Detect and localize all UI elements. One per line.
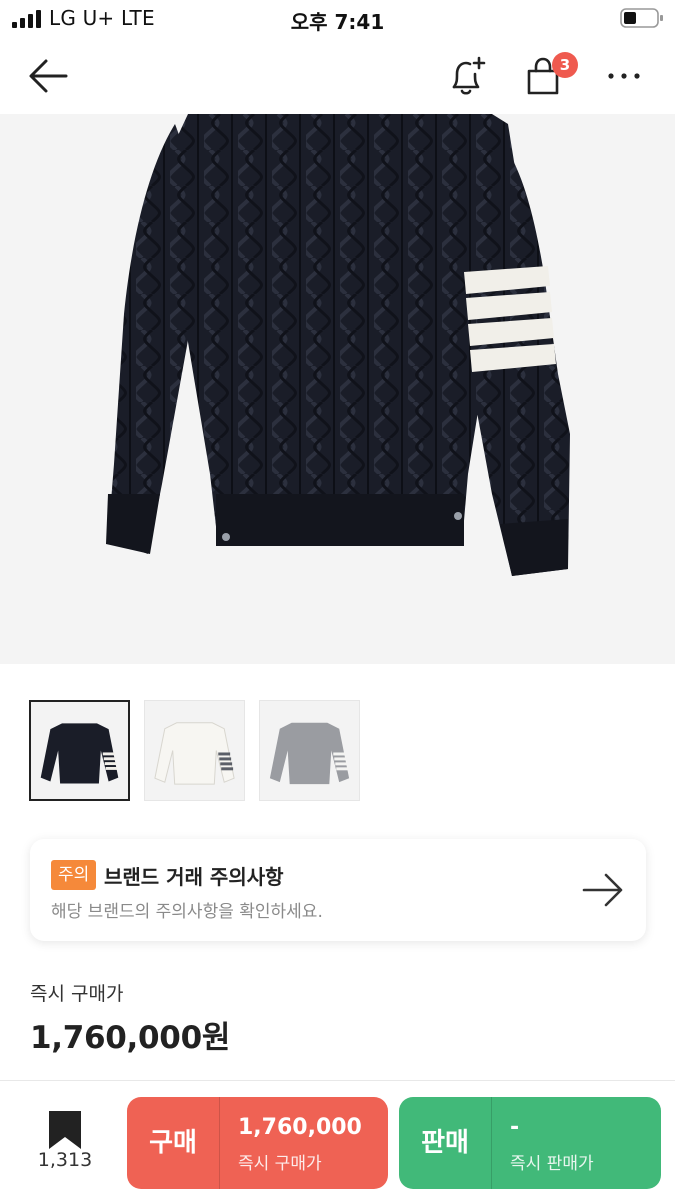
notice-badge: 주의 (51, 860, 97, 890)
divider (219, 1097, 220, 1189)
more-horizontal-icon (608, 73, 640, 79)
app-header: 3 (0, 38, 675, 114)
battery-icon (620, 8, 663, 28)
sweater-illustration (106, 114, 570, 576)
sell-sub-label: 즉시 판매가 (510, 1154, 594, 1174)
brand-notice-card[interactable]: 주의 브랜드 거래 주의사항 해당 브랜드의 주의사항을 확인하세요. (30, 839, 646, 941)
wishlist-button[interactable]: 1,313 (30, 1107, 100, 1177)
divider (491, 1097, 492, 1189)
status-bar: LG U+ LTE 오후 7:41 (0, 0, 675, 38)
buy-label: 구매 (149, 1128, 197, 1158)
wishlist-count: 1,313 (37, 1149, 93, 1171)
product-hero-image[interactable] (0, 114, 675, 664)
sell-label: 판매 (421, 1128, 469, 1158)
sweater-navy-image (40, 723, 119, 784)
bookmark-icon (49, 1111, 81, 1149)
notice-title: 브랜드 거래 주의사항 (104, 865, 284, 889)
buy-sub-label: 즉시 구매가 (238, 1154, 322, 1174)
arrow-left-icon (29, 59, 68, 93)
more-button[interactable] (604, 62, 644, 90)
sell-button[interactable]: 판매 - 즉시 판매가 (399, 1097, 661, 1189)
notice-description: 해당 브랜드의 주의사항을 확인하세요. (51, 902, 323, 922)
instant-buy-price-label: 즉시 구매가 (30, 983, 124, 1005)
thumbnail-white[interactable] (144, 700, 245, 801)
thumbnail-navy[interactable] (29, 700, 130, 801)
bottom-action-bar: 1,313 구매 1,760,000 즉시 구매가 판매 - 즉시 판매가 (0, 1080, 675, 1200)
buy-price: 1,760,000 (238, 1115, 362, 1140)
thumbnail-grey[interactable] (259, 700, 360, 801)
cart-count-badge: 3 (552, 52, 578, 78)
instant-buy-price: 1,760,000원 (30, 1020, 231, 1056)
bell-plus-icon (452, 56, 486, 95)
clock: 오후 7:41 (290, 10, 385, 34)
notification-add-button[interactable] (446, 54, 488, 98)
arrow-right-icon (582, 873, 623, 907)
back-button[interactable] (26, 56, 72, 96)
sweater-white-image (154, 722, 235, 785)
sweater-grey-image (269, 722, 350, 785)
sell-price: - (510, 1115, 520, 1140)
buy-button[interactable]: 구매 1,760,000 즉시 구매가 (127, 1097, 388, 1189)
